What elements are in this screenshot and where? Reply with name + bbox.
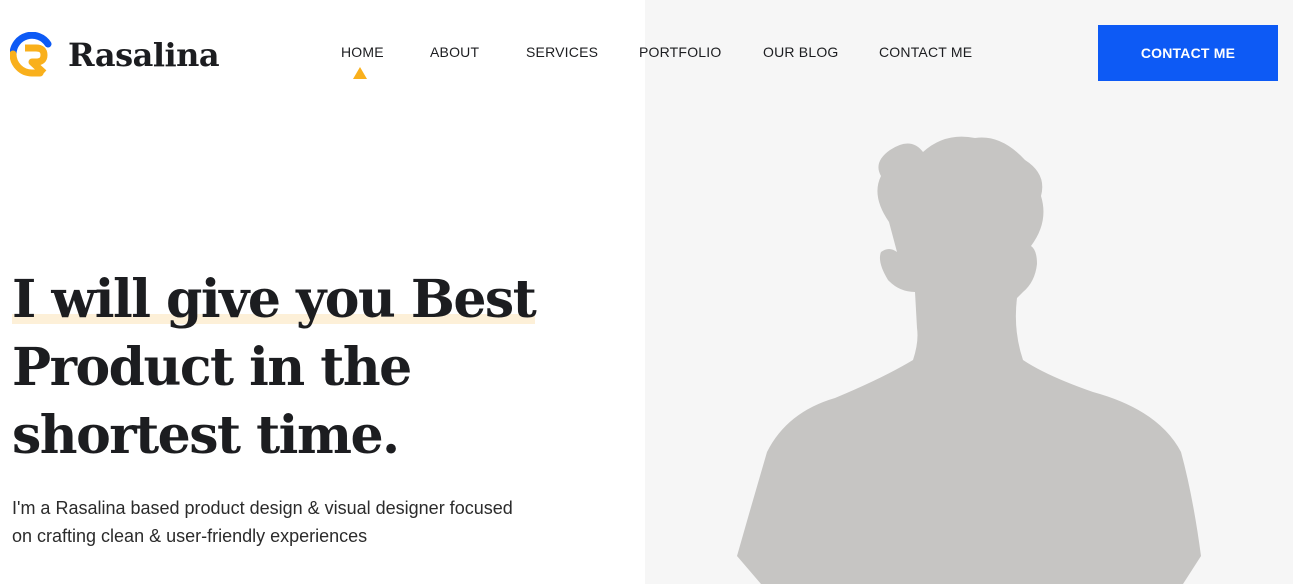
brand-logo[interactable]: Rasalina [10,32,220,78]
brand-name: Rasalina [68,36,220,74]
hero-description: I'm a Rasalina based product design & vi… [12,498,513,546]
rasalina-logo-icon [10,32,52,77]
contact-me-button[interactable]: CONTACT ME [1098,25,1278,81]
person-silhouette-image [737,136,1201,584]
hero-title-highlight: I will give you Best [12,269,537,330]
hero-title-line-1: I will give you Best [12,266,572,334]
nav-item-contact-me[interactable]: CONTACT ME [879,44,972,60]
nav-item-about[interactable]: ABOUT [430,44,479,60]
nav-item-home[interactable]: HOME [341,44,384,60]
active-nav-indicator-icon [353,67,367,79]
landing-page: Rasalina HOME ABOUT SERVICES PORTFOLIO O… [0,0,1293,584]
nav-item-portfolio[interactable]: PORTFOLIO [639,44,721,60]
hero-title-line-2: Product in the [12,337,412,398]
nav-item-our-blog[interactable]: OUR BLOG [763,44,839,60]
hero-title: I will give you Best Product in the shor… [12,266,572,470]
nav-item-services[interactable]: SERVICES [526,44,598,60]
hero-title-line-3: shortest time. [12,405,400,466]
